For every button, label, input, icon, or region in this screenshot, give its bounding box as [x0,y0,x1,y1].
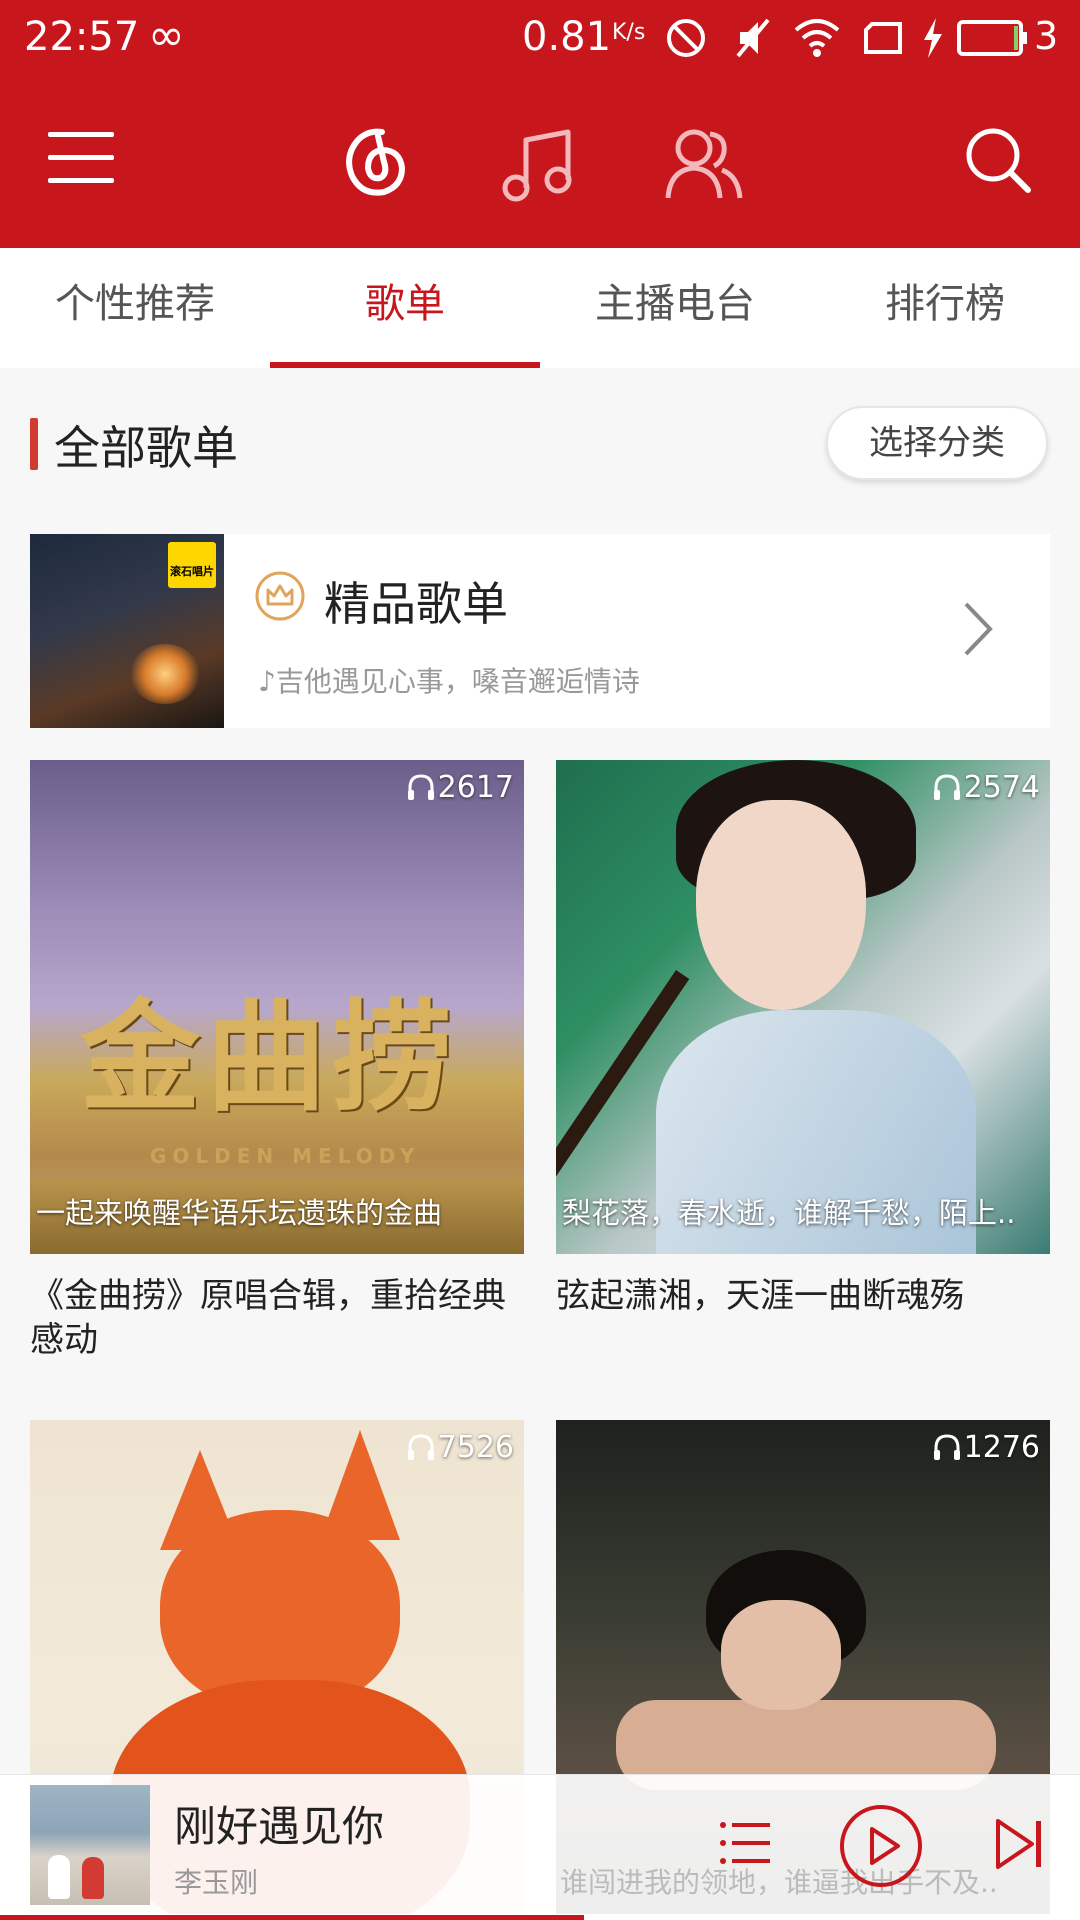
next-track-icon[interactable] [994,1817,1046,1871]
music-note-small-icon: ♪ [258,665,276,698]
status-bar: 22:57 ∞ 0.81 K/s 3 [0,0,1080,76]
chevron-right-icon [964,602,993,656]
premium-playlist-row[interactable]: 滚石唱片 精品歌单 ♪吉他遇见心事，嗓音邂逅情诗 [30,534,1050,728]
now-playing-artist: 李玉刚 [174,1866,259,1899]
tab-personal-recommend[interactable]: 个性推荐 [0,248,270,368]
section-title: 全部歌单 [54,421,238,475]
playback-progress [0,1915,584,1920]
battery-percent: 3 [1034,14,1059,58]
playlist-title: 弦起潇湘，天涯一曲断魂殇 [556,1276,964,1316]
music-note-icon[interactable] [502,128,576,204]
mute-icon [736,18,770,58]
status-time: 22:57 [24,14,140,60]
cover-caption: 梨花落，春水逝，谁解千愁，陌上.. [562,1196,1016,1230]
tab-charts[interactable]: 排行榜 [810,248,1080,368]
tab-playlists[interactable]: 歌单 [270,248,540,368]
cover-caption: 一起来唤醒华语乐坛遗珠的金曲 [36,1196,443,1230]
premium-title: 精品歌单 [324,577,508,631]
search-icon[interactable] [964,126,1032,196]
network-speed: 0.81 [522,14,612,60]
cover-subtitle-art: GOLDEN MELODY [150,1144,421,1168]
playlist-cover: 金曲捞 GOLDEN MELODY 2617 一起来唤醒华语乐坛遗珠的金曲 [30,760,524,1254]
headphones-icon [933,773,960,800]
select-category-button[interactable]: 选择分类 [826,406,1048,480]
playlist-card[interactable]: 2574 梨花落，春水逝，谁解千愁，陌上.. 弦起潇湘，天涯一曲断魂殇 [556,760,1050,1318]
play-count: 2574 [932,770,1040,805]
rock-records-logo: 滚石唱片 [168,542,216,588]
cover-title-art: 金曲捞 [80,987,458,1128]
app-bar [0,76,1080,248]
premium-thumbnail: 滚石唱片 [30,534,224,728]
headphones-icon [933,1433,960,1460]
now-playing-cover [30,1785,150,1905]
playlist-cover: 2574 梨花落，春水逝，谁解千愁，陌上.. [556,760,1050,1254]
playlist-queue-icon[interactable] [718,1819,772,1869]
menu-icon[interactable] [48,130,116,186]
battery-icon [957,20,1027,56]
background-caption: 谁闯进我的领地，谁逼我出手不及.. [560,1866,998,1899]
headphones-icon [407,1433,434,1460]
tab-bar: 个性推荐 歌单 主播电台 排行榜 [0,248,1080,368]
playlist-card[interactable]: 金曲捞 GOLDEN MELODY 2617 一起来唤醒华语乐坛遗珠的金曲 《金… [30,760,524,1362]
premium-subtitle: ♪吉他遇见心事，嗓音邂逅情诗 [258,665,640,698]
infinity-icon: ∞ [148,10,185,61]
play-button[interactable] [838,1803,924,1889]
tab-anchor-radio[interactable]: 主播电台 [540,248,810,368]
headphones-icon [407,773,434,800]
play-count: 7526 [406,1430,514,1465]
playlist-title: 《金曲捞》原唱合辑，重拾经典感动 [30,1276,506,1360]
network-speed-unit: K/s [612,20,646,45]
play-count: 1276 [932,1430,1040,1465]
netease-logo-icon[interactable] [340,126,410,202]
now-playing-title: 刚好遇见你 [174,1802,385,1851]
screen-rotate-icon [864,22,902,54]
active-tab-indicator [270,362,540,368]
section-accent-bar [30,418,38,470]
do-not-disturb-icon [667,19,705,57]
friends-icon[interactable] [664,126,744,202]
charging-icon [924,18,942,58]
mini-player[interactable]: 刚好遇见你 李玉刚 谁闯进我的领地，谁逼我出手不及.. [0,1774,1080,1920]
play-count: 2617 [406,770,514,805]
crown-icon [255,571,305,621]
wifi-icon [794,19,840,57]
